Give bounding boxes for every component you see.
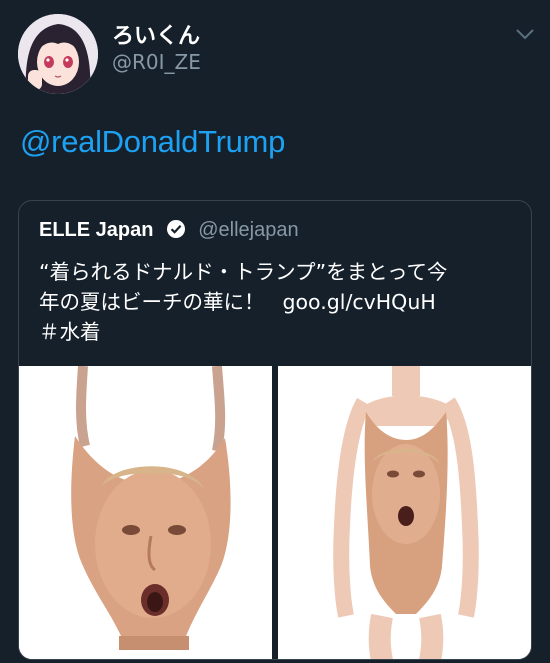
- user-handle[interactable]: @R0I_ZE: [112, 50, 201, 74]
- quoted-display-name[interactable]: ELLE Japan: [39, 219, 153, 241]
- swimsuit-model-picture: [278, 366, 531, 659]
- media-grid: [19, 365, 531, 659]
- quoted-tweet-text: “着られるドナルド・トランプ”をまとって今 年の夏はビーチの華に！ goo.gl/…: [39, 257, 519, 347]
- swimsuit-flat-image[interactable]: [19, 365, 272, 659]
- hashtag[interactable]: ＃水着: [39, 317, 519, 347]
- display-name[interactable]: ろいくん: [112, 18, 200, 50]
- verified-badge-icon: [166, 220, 185, 238]
- quoted-text-line2: 年の夏はビーチの華に！: [39, 290, 265, 314]
- mention-link[interactable]: @realDonaldTrump: [20, 124, 285, 160]
- swimsuit-model-image[interactable]: [278, 366, 531, 659]
- swimsuit-flat-picture: [19, 365, 272, 659]
- chevron-down-icon[interactable]: [514, 26, 536, 42]
- quoted-tweet-card[interactable]: ELLE Japan @ellejapan “着られるドナルド・トランプ”をまと…: [18, 200, 532, 660]
- quoted-tweet-header: ELLE Japan @ellejapan: [39, 217, 299, 242]
- avatar[interactable]: [18, 14, 98, 94]
- anime-girl-avatar-icon: [18, 14, 98, 94]
- quoted-handle[interactable]: @ellejapan: [198, 219, 298, 241]
- quoted-link[interactable]: goo.gl/cvHQuH: [283, 290, 436, 314]
- quoted-text-line1: “着られるドナルド・トランプ”をまとって今: [39, 260, 448, 284]
